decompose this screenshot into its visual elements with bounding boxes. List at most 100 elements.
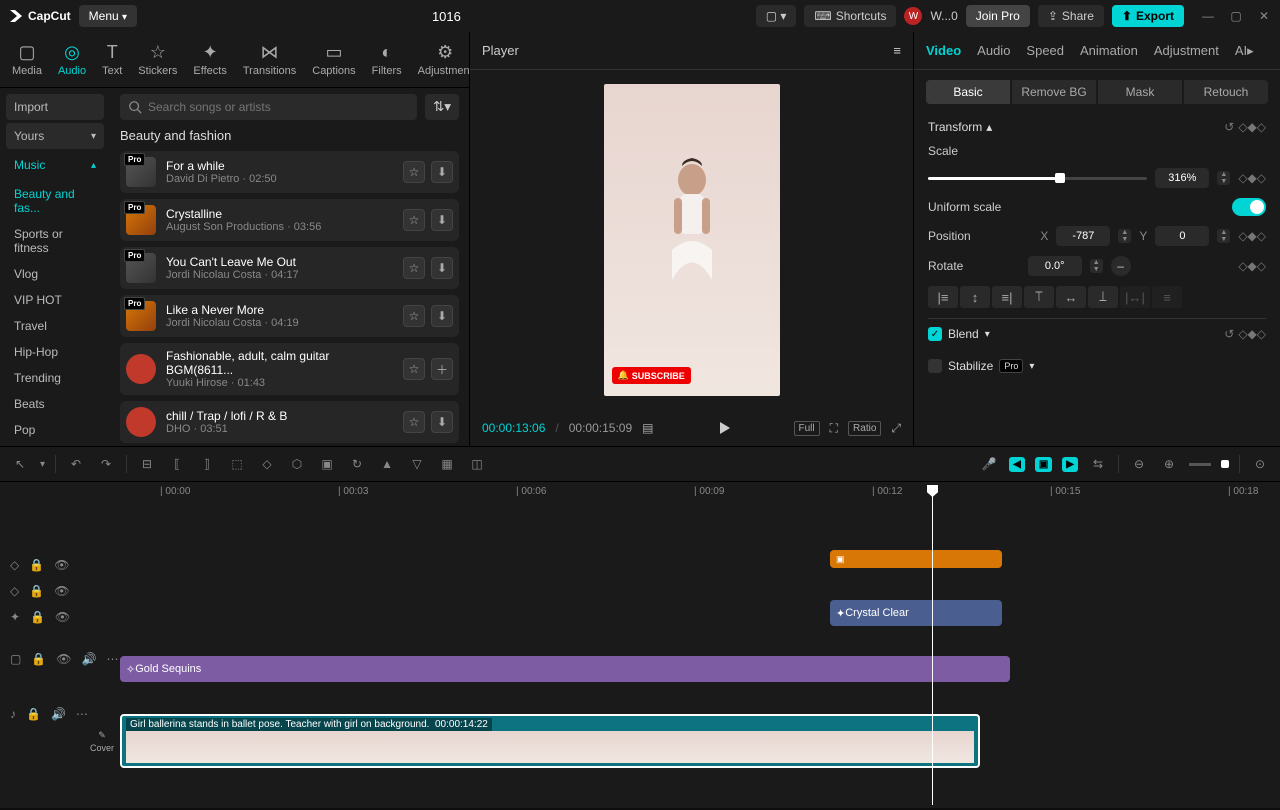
eye-icon[interactable]: 👁: [54, 584, 69, 598]
shield-icon[interactable]: ⬡: [287, 454, 307, 474]
song-item[interactable]: chill / Trap / lofi / R & BDHO · 03:51☆⬇: [120, 401, 459, 443]
rp-tab-ai[interactable]: AI▸: [1235, 43, 1254, 59]
pos-x-input[interactable]: -787: [1056, 226, 1110, 246]
more-icon[interactable]: ⋯: [76, 707, 88, 721]
sticker-clip[interactable]: ▣: [830, 550, 1002, 568]
crop2-icon[interactable]: ▦: [437, 454, 457, 474]
align-top-icon[interactable]: ⟙: [1024, 286, 1054, 308]
player-canvas[interactable]: 🔔 SUBSCRIBE: [470, 70, 913, 410]
keyframe-icon[interactable]: ◇◆◇: [1238, 120, 1266, 134]
lock-icon[interactable]: 🔒: [30, 610, 45, 624]
rp-subtab-basic[interactable]: Basic: [926, 80, 1010, 104]
download-icon[interactable]: ⬇: [431, 411, 453, 433]
align-hcenter-icon[interactable]: ↕: [960, 286, 990, 308]
download-icon[interactable]: ＋: [431, 358, 453, 380]
audio-track-icon[interactable]: ♪: [10, 707, 16, 721]
cover-button[interactable]: ✎Cover: [88, 714, 116, 768]
tool-tab-media[interactable]: ▢Media: [8, 36, 46, 83]
uniform-scale-toggle[interactable]: [1232, 198, 1266, 216]
playhead[interactable]: [932, 485, 933, 805]
rp-subtab-retouch[interactable]: Retouch: [1184, 80, 1268, 104]
scale-keyframe-icon[interactable]: ◇◆◇: [1238, 171, 1266, 185]
pos-keyframe-icon[interactable]: ◇◆◇: [1238, 229, 1266, 243]
tool-tab-adjustment[interactable]: ⚙Adjustment: [414, 36, 477, 83]
rp-subtab-remove-bg[interactable]: Remove BG: [1012, 80, 1096, 104]
mirror-v-icon[interactable]: ▽: [407, 454, 427, 474]
align-bottom-icon[interactable]: ⟘: [1088, 286, 1118, 308]
zoom-slider[interactable]: [1189, 463, 1211, 466]
transform-header[interactable]: Transform ▴: [928, 120, 992, 134]
tool-tab-filters[interactable]: ◐Filters: [368, 36, 406, 83]
rotate-input[interactable]: 0.0°: [1028, 256, 1082, 276]
blend-keyframe-icon[interactable]: ◇◆◇: [1238, 327, 1266, 341]
effect-clip[interactable]: ✦ Crystal Clear: [830, 600, 1002, 626]
download-icon[interactable]: ⬇: [431, 161, 453, 183]
yours-dropdown[interactable]: Yours▾: [6, 123, 104, 149]
tool-tab-stickers[interactable]: ☆Stickers: [134, 36, 181, 83]
lock-icon[interactable]: 🔒: [29, 584, 44, 598]
snap-badge-3[interactable]: ▶: [1062, 457, 1078, 472]
tool-tab-text[interactable]: TText: [98, 36, 126, 83]
category-item[interactable]: Sports or fitness: [6, 221, 104, 261]
rotate-stepper[interactable]: ▲▼: [1090, 259, 1103, 273]
maximize-button[interactable]: ▢: [1228, 8, 1244, 24]
minimize-button[interactable]: —: [1200, 8, 1216, 24]
user-avatar[interactable]: W: [904, 7, 922, 25]
eye-icon[interactable]: 👁: [54, 558, 69, 572]
category-item[interactable]: Vlog: [6, 261, 104, 287]
pos-x-stepper[interactable]: ▲▼: [1118, 229, 1131, 243]
more-icon[interactable]: ⋯: [106, 652, 118, 666]
undo-icon[interactable]: ↶: [66, 454, 86, 474]
rp-tab-video[interactable]: Video: [926, 43, 961, 58]
song-item[interactable]: ProCrystallineAugust Son Productions · 0…: [120, 199, 459, 241]
rp-tab-speed[interactable]: Speed: [1026, 43, 1064, 58]
distribute-v-icon[interactable]: ≡: [1152, 286, 1182, 308]
favorite-icon[interactable]: ☆: [403, 305, 425, 327]
shortcuts-button[interactable]: ⌨ Shortcuts: [804, 5, 896, 27]
export-button[interactable]: ⬆ Export: [1112, 5, 1184, 27]
download-icon[interactable]: ⬇: [431, 305, 453, 327]
category-item[interactable]: Pop: [6, 417, 104, 443]
rp-tab-audio[interactable]: Audio: [977, 43, 1010, 58]
tool-tab-effects[interactable]: ✦Effects: [189, 36, 230, 83]
text-clip[interactable]: ✧ Gold Sequins: [120, 656, 1010, 682]
rotate-dial[interactable]: –: [1111, 256, 1131, 276]
music-dropdown[interactable]: Music▴: [6, 152, 104, 178]
favorite-icon[interactable]: ☆: [403, 257, 425, 279]
crop-icon[interactable]: ⬚: [227, 454, 247, 474]
rotate-keyframe-icon[interactable]: ◇◆◇: [1238, 259, 1266, 273]
stabilize-label[interactable]: Stabilize: [948, 359, 993, 373]
reset-icon[interactable]: ↺: [1224, 120, 1234, 134]
compare-icon[interactable]: ▤: [642, 421, 653, 435]
song-item[interactable]: Fashionable, adult, calm guitar BGM(8611…: [120, 343, 459, 395]
category-item[interactable]: Trending: [6, 365, 104, 391]
tool-tab-captions[interactable]: ▭Captions: [308, 36, 359, 83]
ratio-button[interactable]: Ratio: [848, 421, 881, 436]
video-clip[interactable]: Girl ballerina stands in ballet pose. Te…: [120, 714, 980, 768]
mirror-h-icon[interactable]: ▲: [377, 454, 397, 474]
share-button[interactable]: ⇪ Share: [1038, 5, 1104, 27]
category-item[interactable]: Beats: [6, 391, 104, 417]
fit-icon[interactable]: ⛶: [830, 421, 838, 436]
copies-icon[interactable]: ▣: [317, 454, 337, 474]
scale-value[interactable]: 316%: [1155, 168, 1209, 188]
reverse-icon[interactable]: ↻: [347, 454, 367, 474]
trim-left-icon[interactable]: ⟦: [167, 454, 187, 474]
freeze-icon[interactable]: ◫: [467, 454, 487, 474]
trim-right-icon[interactable]: ⟧: [197, 454, 217, 474]
distribute-h-icon[interactable]: |↔|: [1120, 286, 1150, 308]
zoom-out-icon[interactable]: ⊖: [1129, 454, 1149, 474]
scale-slider[interactable]: [928, 177, 1147, 180]
player-menu-icon[interactable]: ≡: [893, 43, 901, 58]
rp-tab-animation[interactable]: Animation: [1080, 43, 1138, 58]
category-item[interactable]: Beauty and fas...: [6, 181, 104, 221]
favorite-icon[interactable]: ☆: [403, 358, 425, 380]
stabilize-checkbox[interactable]: [928, 359, 942, 373]
select-tool-icon[interactable]: ↖: [10, 454, 30, 474]
search-input[interactable]: [120, 94, 417, 120]
lock-icon[interactable]: 🔒: [26, 707, 41, 721]
song-item[interactable]: ProYou Can't Leave Me OutJordi Nicolau C…: [120, 247, 459, 289]
blend-reset-icon[interactable]: ↺: [1224, 327, 1234, 341]
timeline-ruler[interactable]: | 00:00| 00:03| 00:06| 00:09| 00:12| 00:…: [120, 482, 1280, 504]
blend-label[interactable]: Blend: [948, 327, 979, 341]
